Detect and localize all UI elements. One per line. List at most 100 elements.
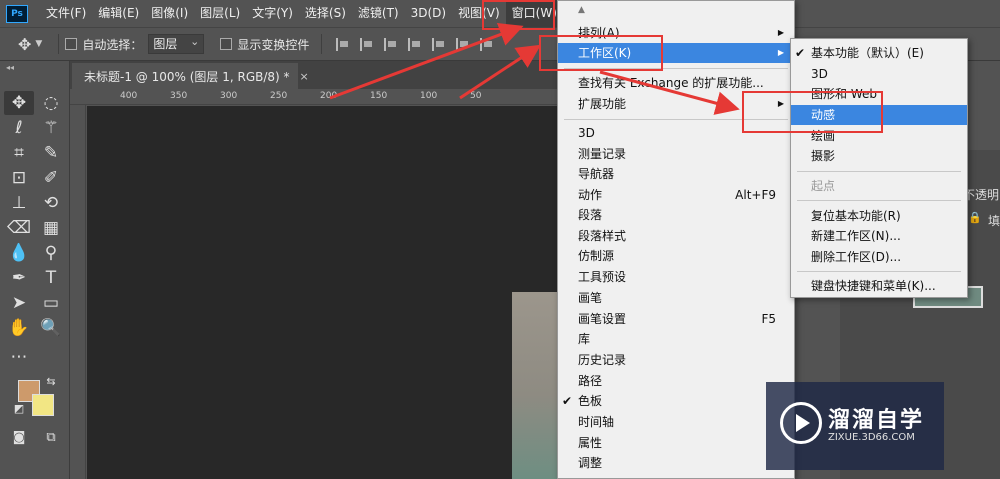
window-menu-item-swatches[interactable]: ✔ 色板 [558,391,794,411]
workspace-item-3d[interactable]: 3D [791,64,967,84]
menu-separator [797,271,961,272]
collapse-icon[interactable]: ◂◂ [6,63,14,72]
align-right-icon[interactable] [456,37,469,51]
menu-image[interactable]: 图像(I) [145,0,194,27]
watermark: 溜溜自学 ZIXUE.3D66.COM [766,382,944,470]
type-tool-icon[interactable]: T [36,266,66,290]
window-menu-item-exchange[interactable]: 查找有关 Exchange 的扩展功能... [558,73,794,93]
ruler-tick: 50 [470,91,482,101]
auto-select-checkbox[interactable] [65,38,78,50]
shortcut-label: Alt+F9 [735,188,776,202]
window-menu-item-label: 画笔设置 [578,312,627,326]
move-tool-icon[interactable]: ✥ [18,35,31,54]
divider [321,34,323,54]
eyedropper-icon[interactable]: ✎ [36,141,66,165]
align-buttons [336,37,493,51]
menu-type[interactable]: 文字(Y) [246,0,299,27]
menu-select[interactable]: 选择(S) [299,0,352,27]
swap-colors-icon[interactable]: ⇆ [36,369,66,393]
more-tools-icon[interactable]: ⋯ [4,345,34,369]
window-menu-item-properties[interactable]: 属性 [558,433,794,453]
window-menu-item-label: 动作 [578,188,603,202]
window-menu-item-brush-settings[interactable]: 画笔设置 F5 [558,309,794,329]
menu-3d[interactable]: 3D(D) [405,0,452,27]
lock-icon[interactable]: 🔒 [968,211,982,224]
scroll-up-icon[interactable]: ▲ [578,5,585,15]
ruler-tick: 150 [370,91,388,101]
ruler-tick: 400 [120,91,138,101]
window-menu-item-measurement-log[interactable]: 测量记录 [558,144,794,164]
menu-edit[interactable]: 编辑(E) [92,0,145,27]
document-tab[interactable]: 未标题-1 @ 100% (图层 1, RGB/8) * × [72,63,309,89]
clone-stamp-icon[interactable]: ⊥ [4,191,34,215]
auto-select-dropdown[interactable]: 图层 [148,33,205,54]
ruler-tick: 350 [170,91,188,101]
history-brush-icon[interactable]: ⟲ [36,191,66,215]
dodge-tool-icon[interactable]: ⚲ [36,241,66,265]
canvas-image [512,292,560,479]
window-menu-item-brushes[interactable]: 画笔 [558,288,794,308]
eraser-icon[interactable]: ⌫ [4,216,34,240]
align-left-icon[interactable] [408,37,421,51]
window-menu-item-libraries[interactable]: 库 [558,329,794,349]
window-menu-item-actions[interactable]: 动作 Alt+F9 [558,185,794,205]
zoom-tool-icon[interactable]: 🔍 [36,316,66,340]
horizontal-ruler: 400 350 300 250 200 150 100 50 [70,89,560,105]
chevron-down-icon[interactable]: ▼ [35,39,42,49]
window-menu-item-adjustments[interactable]: 调整 [558,453,794,473]
opacity-label: 不透明 [963,188,1000,202]
document-canvas[interactable] [87,106,560,479]
workspace-item-label: 基本功能（默认）(E) [811,46,924,60]
window-menu-item-tool-presets[interactable]: 工具预设 [558,267,794,287]
path-select-icon[interactable]: ➤ [4,291,34,315]
align-top-icon[interactable] [336,37,349,51]
pen-tool-icon[interactable]: ✒ [4,266,34,290]
gradient-icon[interactable]: ▦ [36,216,66,240]
workspace-item-new[interactable]: 新建工作区(N)... [791,226,967,246]
workspace-item-keyboard-shortcuts[interactable]: 键盘快捷键和菜单(K)... [791,276,967,296]
workspace-item-photography[interactable]: 摄影 [791,146,967,166]
ruler-tick: 300 [220,91,238,101]
menu-filter[interactable]: 滤镜(T) [352,0,405,27]
ruler-tick: 100 [420,91,438,101]
move-tool-icon[interactable]: ✥ [4,91,34,115]
divider [58,34,60,54]
align-bottom-icon[interactable] [384,37,397,51]
close-icon[interactable]: × [300,70,309,83]
window-menu-item-navigator[interactable]: 导航器 [558,164,794,184]
hand-tool-icon[interactable]: ✋ [4,316,34,340]
align-vcenter-icon[interactable] [360,37,373,51]
annotation-box-workspace [539,35,663,71]
checkmark-icon: ✔ [562,394,573,408]
marquee-tool-icon[interactable]: ◌ [36,91,66,115]
crop-tool-icon[interactable]: ⌗ [4,141,34,165]
ruler-tick: 200 [320,91,338,101]
screen-mode-icon[interactable]: ⧉ [36,425,66,449]
align-hcenter-icon[interactable] [432,37,445,51]
workspace-item-reset[interactable]: 复位基本功能(R) [791,206,967,226]
window-menu-item-timeline[interactable]: 时间轴 [558,412,794,432]
blur-tool-icon[interactable]: 💧 [4,241,34,265]
window-menu-item-clone-source[interactable]: 仿制源 [558,246,794,266]
window-menu-item-paragraph[interactable]: 段落 [558,205,794,225]
menu-file[interactable]: 文件(F) [40,0,92,27]
distribute-icon[interactable] [480,37,493,51]
menu-separator [797,171,961,172]
brush-tool-icon[interactable]: ✐ [36,166,66,190]
background-color-swatch[interactable] [32,394,54,416]
vertical-ruler [70,105,86,479]
shape-tool-icon[interactable]: ▭ [36,291,66,315]
menu-layer[interactable]: 图层(L) [194,0,246,27]
window-menu-item-paths[interactable]: 路径 [558,371,794,391]
show-transform-checkbox[interactable] [220,38,233,50]
window-menu-item-history[interactable]: 历史记录 [558,350,794,370]
workspace-item-delete[interactable]: 删除工作区(D)... [791,247,967,267]
magic-wand-icon[interactable]: ⚚ [36,116,66,140]
window-menu-item-paragraph-styles[interactable]: 段落样式 [558,226,794,246]
lasso-tool-icon[interactable]: ℓ [4,116,34,140]
workspace-submenu: ✔ 基本功能（默认）(E) 3D 图形和 Web 动感 绘画 摄影 起点 复位基… [790,38,968,298]
healing-brush-icon[interactable]: ⊡ [4,166,34,190]
workspace-item-essentials[interactable]: ✔ 基本功能（默认）(E) [791,43,967,63]
window-menu-item-label: 色板 [578,394,603,408]
quick-mask-icon[interactable]: ◙ [4,425,34,449]
